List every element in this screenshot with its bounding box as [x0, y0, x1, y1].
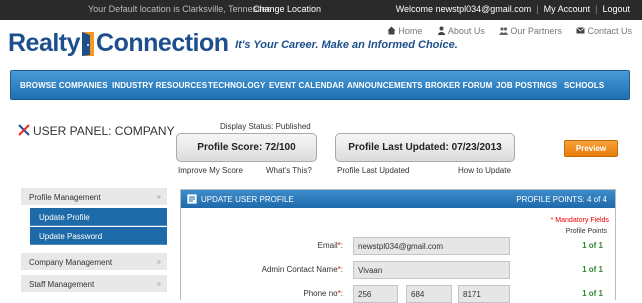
logout-link[interactable]: Logout: [602, 4, 630, 14]
mail-icon: [576, 26, 586, 35]
panel-title: UPDATE USER PROFILE: [201, 195, 294, 204]
header-nav: Home About Us Our Partners Contact Us: [375, 26, 632, 36]
contact-us-link[interactable]: Contact Us: [576, 26, 632, 36]
nav-schools[interactable]: SCHOOLS: [564, 81, 604, 90]
email-field[interactable]: newstpl034@gmail.com: [353, 237, 510, 255]
phone-line-field[interactable]: 8171: [458, 285, 510, 303]
profile-last-updated-box: Profile Last Updated: 07/23/2013: [335, 133, 515, 162]
about-us-link[interactable]: About Us: [437, 26, 485, 36]
home-link[interactable]: Home: [387, 26, 422, 36]
nav-job-postings[interactable]: JOB POSTINGS: [496, 81, 557, 90]
main-nav: BROWSE COMPANIES INDUSTRY RESOURCES TECH…: [10, 70, 630, 100]
profile-points-summary: PROFILE POINTS: 4 of 4: [516, 195, 607, 204]
mandatory-fields-note: * Mandatory Fields: [550, 217, 609, 224]
nav-event-calendar[interactable]: EVENT CALENDAR: [269, 81, 344, 90]
my-account-link[interactable]: My Account: [544, 4, 591, 14]
profile-points-header: Profile Points: [565, 228, 607, 235]
sidebar-item-profile-management[interactable]: Profile Management »: [21, 188, 167, 206]
nav-technology[interactable]: TECHNOLOGY: [208, 81, 265, 90]
sidebar-subitem-update-password[interactable]: Update Password: [30, 227, 167, 245]
email-label: Email*:: [317, 241, 343, 250]
people-icon: [437, 26, 446, 35]
display-status: Display Status: Published: [220, 122, 311, 131]
profile-score-box: Profile Score: 72/100: [176, 133, 317, 162]
double-chevron-icon: »: [156, 192, 161, 201]
admin-contact-name-label: Admin Contact Name*:: [261, 265, 343, 274]
update-profile-panel: UPDATE USER PROFILE PROFILE POINTS: 4 of…: [180, 189, 616, 303]
change-location-link[interactable]: Change Location: [253, 4, 321, 14]
phone-points: 1 of 1: [582, 289, 603, 298]
preview-button[interactable]: Preview: [564, 140, 618, 157]
nav-industry-resources[interactable]: INDUSTRY RESOURCES: [112, 81, 207, 90]
edit-profile-icon: [187, 194, 197, 204]
sidebar-item-staff-management[interactable]: Staff Management »: [21, 275, 167, 293]
phone-prefix-field[interactable]: 684: [406, 285, 452, 303]
logo-word-connection: Connection: [96, 29, 229, 57]
top-bar: Your Default location is Clarksville, Te…: [0, 0, 642, 20]
nav-broker-forum[interactable]: BROKER FORUM: [425, 81, 492, 90]
partners-icon: [499, 26, 509, 35]
tools-icon: [18, 124, 30, 136]
phone-area-code-field[interactable]: 256: [353, 285, 398, 303]
whats-this-link[interactable]: What's This?: [266, 166, 312, 175]
improve-score-link[interactable]: Improve My Score: [178, 166, 243, 175]
door-icon: [81, 31, 95, 57]
how-to-update-link[interactable]: How to Update: [458, 166, 511, 175]
page-title: USER PANEL: COMPANY: [18, 124, 175, 138]
sidebar-subitem-update-profile[interactable]: Update Profile: [30, 208, 167, 226]
account-links: Welcome newstpl034@gmail.com | My Account |…: [395, 4, 630, 14]
our-partners-link[interactable]: Our Partners: [499, 26, 562, 36]
double-chevron-icon: »: [156, 279, 161, 288]
home-icon: [387, 26, 396, 35]
nav-browse-companies[interactable]: BROWSE COMPANIES: [20, 81, 108, 90]
site-header: Realty Connection It's Your Career. Make …: [0, 20, 642, 70]
tagline: It's Your Career. Make an Informed Choic…: [235, 38, 458, 51]
welcome-text: Welcome newstpl034@gmail.com: [395, 4, 532, 14]
panel-header: UPDATE USER PROFILE PROFILE POINTS: 4 of…: [181, 190, 615, 208]
email-points: 1 of 1: [582, 241, 603, 250]
phone-label: Phone no*:: [303, 289, 343, 298]
nav-announcements[interactable]: ANNOUNCEMENTS: [347, 81, 423, 90]
default-location-text: Your Default location is Clarksville, Te…: [88, 4, 272, 14]
admin-contact-name-field[interactable]: Vivaan: [353, 261, 510, 279]
logo-word-realty: Realty: [8, 29, 81, 57]
double-chevron-icon: »: [156, 257, 161, 266]
sidebar-item-company-management[interactable]: Company Management »: [21, 253, 167, 271]
admin-contact-name-points: 1 of 1: [582, 265, 603, 274]
profile-last-updated-link[interactable]: Profile Last Updated: [337, 166, 410, 175]
